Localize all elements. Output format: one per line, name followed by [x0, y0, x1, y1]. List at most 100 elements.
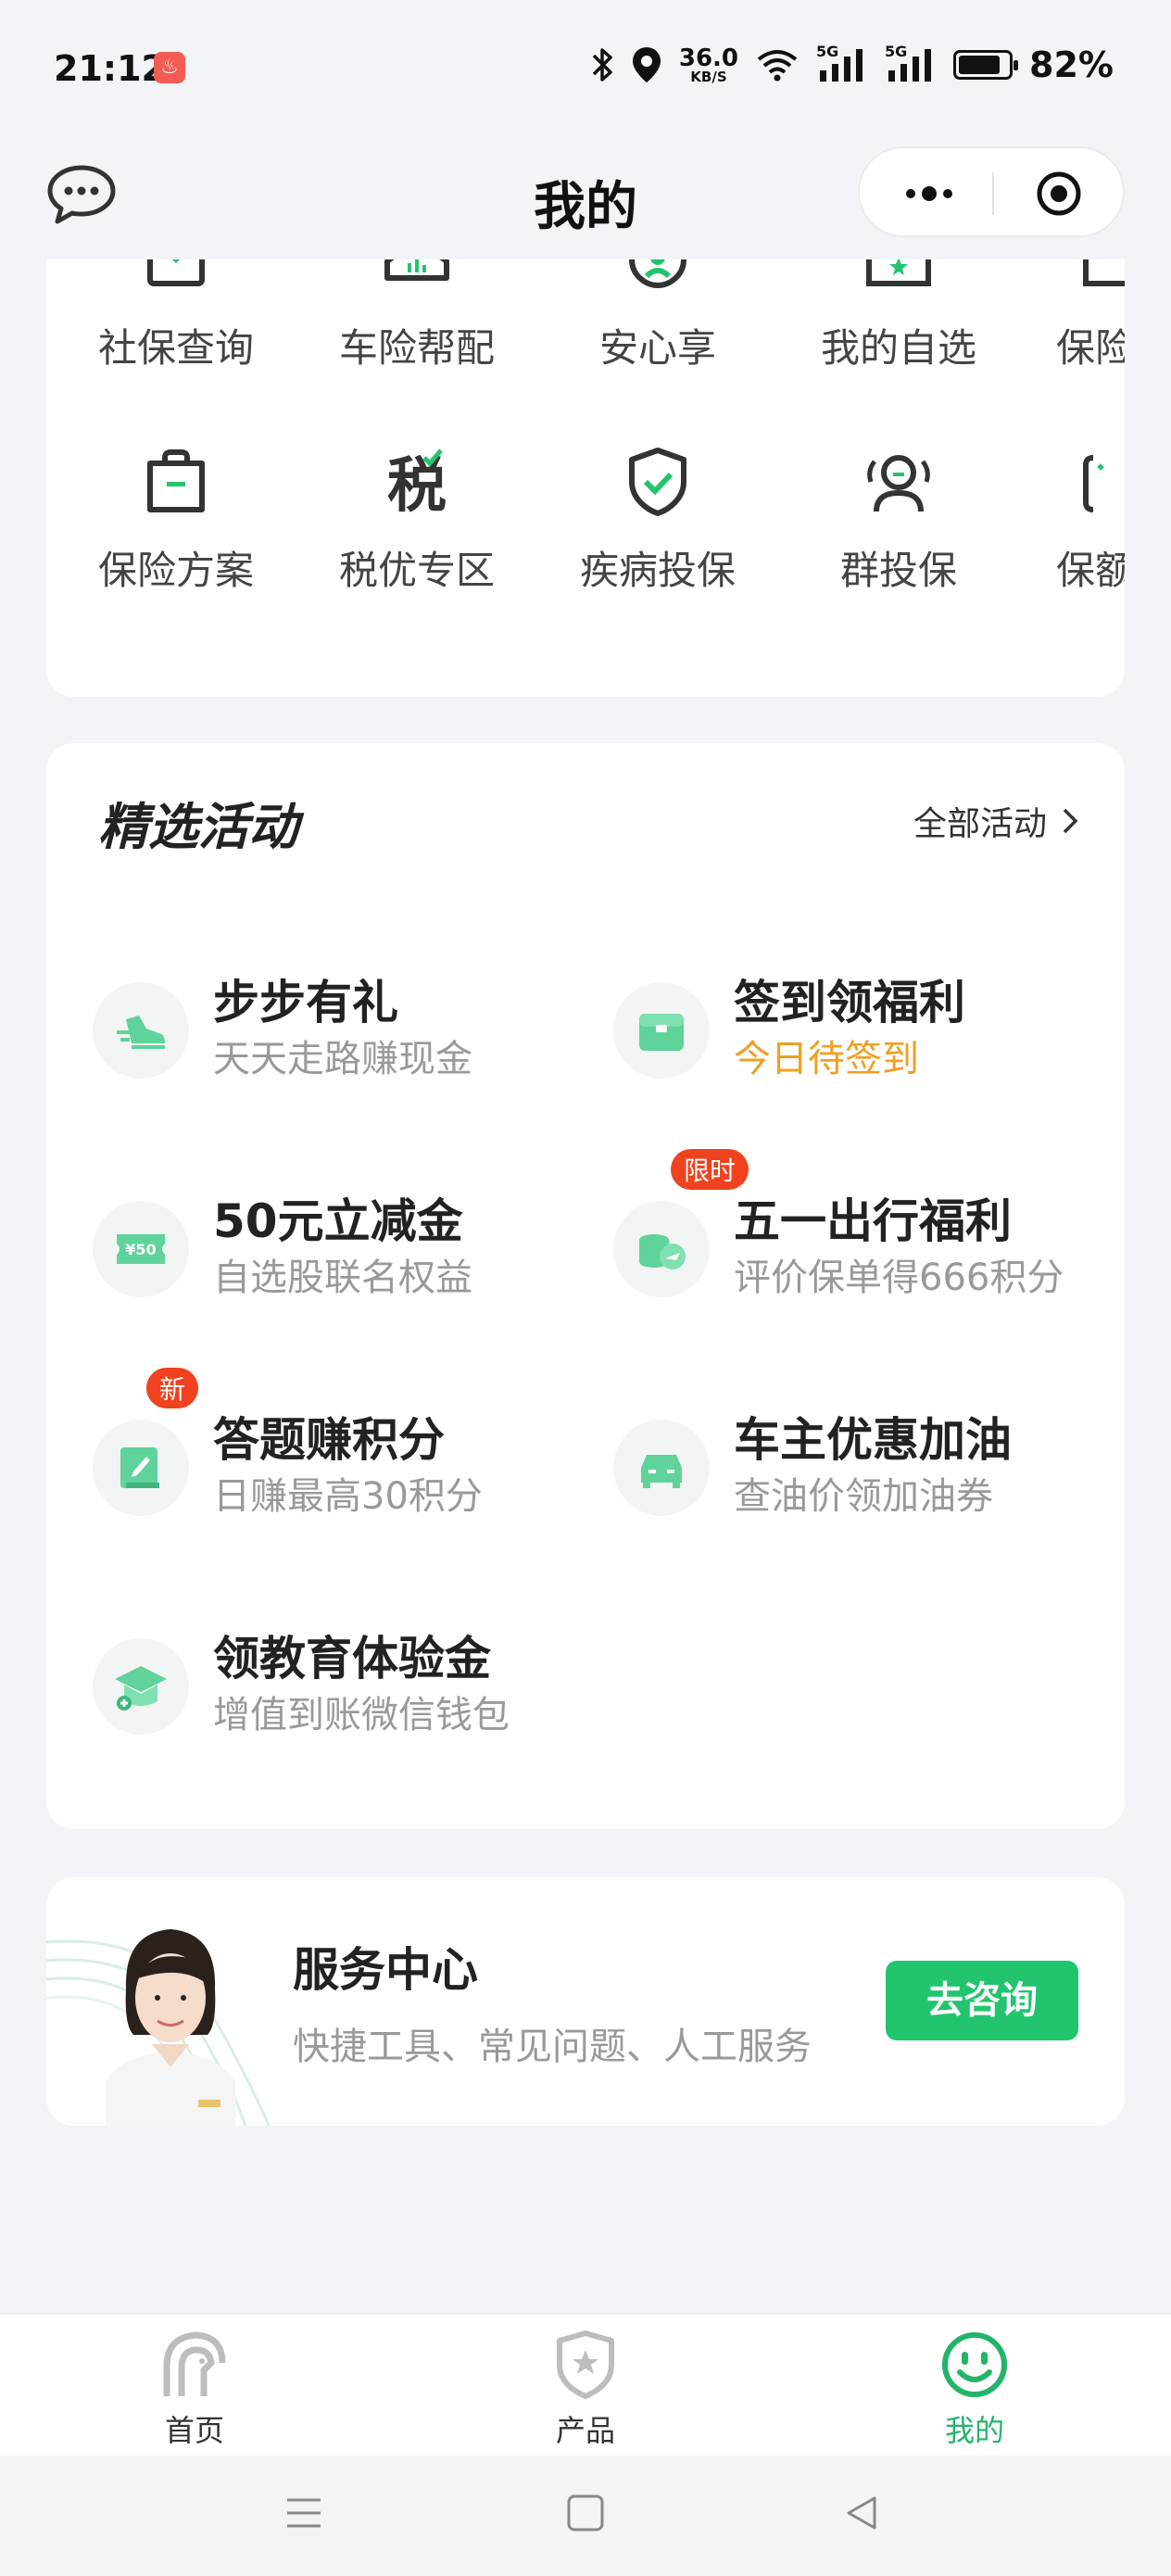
activity-icon-bg — [613, 1420, 710, 1516]
tab-mine[interactable]: 我的 — [900, 2330, 1049, 2450]
tab-products[interactable]: 产品 — [511, 2330, 660, 2450]
app-notification-icon: ♨ — [154, 52, 185, 83]
grid-item-tax-zone[interactable]: 税 税优专区 — [315, 445, 519, 596]
car-dashboard-icon — [384, 259, 449, 281]
gift-box-icon — [639, 1014, 684, 1051]
svg-text:税: 税 — [387, 452, 447, 519]
menu-icon[interactable] — [283, 2493, 324, 2533]
activity-subtitle: 日赚最高30积分 — [213, 1475, 483, 1518]
nav-bar: 我的 — [0, 139, 1171, 259]
location-icon — [632, 47, 661, 82]
network-speed: 36.0 KB/S — [679, 46, 738, 84]
activity-icon-bg — [613, 982, 710, 1079]
car-icon — [641, 1455, 682, 1488]
grid-item-social-security[interactable]: 社保查询 — [74, 259, 278, 373]
status-bar: 21:12 ♨ 36.0 KB/S 5G 5G 82% — [0, 0, 1171, 139]
all-activities-label: 全部活动 — [913, 805, 1047, 843]
chevron-right-icon — [1063, 808, 1078, 834]
activity-title: 步步有礼 — [213, 976, 398, 1029]
grid-item-label: 疾病投保 — [579, 548, 736, 593]
activity-subtitle: 天天走路赚现金 — [213, 1038, 472, 1080]
grid-item-label: 群投保 — [839, 548, 957, 593]
home-icon — [163, 2331, 226, 2396]
grid-item-label: 保额 — [1056, 548, 1125, 593]
signal-1-icon: 5G — [816, 43, 868, 83]
grid-item-disease-insurance[interactable]: 疾病投保 — [556, 445, 760, 596]
activity-subtitle: 自选股联名权益 — [213, 1256, 472, 1299]
grid-item-label: 我的自选 — [820, 325, 976, 371]
featured-activities-card: 精选活动 全部活动 步步有礼 天天走路赚现金 签到领福利 今日待签到 ¥50 5… — [46, 743, 1125, 1829]
grid-item-coverage-partial[interactable]: 保额 — [1038, 445, 1125, 596]
tab-label: 首页 — [164, 2413, 224, 2448]
activity-subtitle: 今日待签到 — [734, 1038, 919, 1080]
bag-icon — [147, 449, 205, 512]
coverage-icon — [1083, 455, 1104, 512]
tab-label: 我的 — [944, 2413, 1004, 2448]
activity-title: 答题赚积分 — [213, 1413, 445, 1467]
grid-item-label: 税优专区 — [338, 548, 495, 593]
close-target-icon[interactable] — [1026, 170, 1091, 217]
activity-title: 签到领福利 — [734, 976, 965, 1029]
activity-title: 五一出行福利 — [734, 1194, 1012, 1248]
home-square-icon[interactable] — [565, 2493, 606, 2533]
activity-title: 车主优惠加油 — [734, 1413, 1012, 1467]
activity-subtitle: 增值到账微信钱包 — [213, 1694, 510, 1736]
battery-icon — [953, 50, 1019, 80]
services-grid-card: 社保查询 车险帮配 安心享 我的自选 保险 保险方案 税 税优专区 疾病投保 群… — [46, 259, 1125, 697]
document-icon — [1083, 259, 1125, 286]
service-center-title: 服务中心 — [293, 1943, 478, 1997]
all-activities-link[interactable]: 全部活动 — [913, 797, 1078, 845]
shield-check-icon — [629, 448, 686, 516]
back-icon[interactable] — [841, 2493, 882, 2533]
coupon-icon: ¥50 — [117, 1234, 165, 1264]
grid-item-label: 车险帮配 — [338, 325, 495, 371]
activity-subtitle: 评价保单得666积分 — [734, 1256, 1064, 1299]
coupon-icon-text: ¥50 — [125, 1241, 156, 1258]
activity-icon-bg — [93, 1420, 189, 1516]
activity-icon-bg — [93, 1638, 189, 1735]
activity-icon-bg: ¥50 — [93, 1201, 189, 1297]
activity-subtitle: 查油价领加油券 — [734, 1475, 993, 1518]
customer-service-avatar — [106, 1929, 235, 2126]
system-nav-bar — [0, 2456, 1171, 2576]
activity-title: 领教育体验金 — [213, 1632, 491, 1686]
battery-percent: 82% — [1029, 44, 1114, 85]
grid-item-group-insurance[interactable]: 群投保 — [797, 445, 1001, 596]
tab-label: 产品 — [555, 2413, 615, 2448]
signal-2-icon: 5G — [885, 43, 937, 83]
consult-button[interactable]: 去咨询 — [886, 1961, 1078, 2040]
mini-program-capsule — [858, 146, 1125, 237]
tab-home[interactable]: 首页 — [120, 2330, 269, 2450]
graduation-cap-icon — [115, 1666, 167, 1711]
status-time: 21:12 — [54, 48, 166, 89]
id-card-icon — [147, 259, 205, 286]
more-icon[interactable] — [897, 170, 962, 217]
star-board-icon — [866, 259, 931, 286]
group-person-icon — [867, 455, 930, 512]
service-center-subtitle: 快捷工具、常见问题、人工服务 — [293, 2026, 812, 2068]
grid-item-peace-of-mind[interactable]: 安心享 — [556, 259, 760, 373]
smiley-icon — [942, 2332, 1007, 2397]
grid-item-car-insurance[interactable]: 车险帮配 — [315, 259, 519, 373]
coins-plane-icon — [639, 1234, 686, 1269]
activity-title: 50元立减金 — [213, 1194, 463, 1248]
grid-item-my-picks[interactable]: 我的自选 — [797, 259, 1001, 373]
speed-value: 36.0 — [678, 44, 739, 72]
grid-item-label: 安心享 — [598, 325, 716, 371]
grid-item-label: 保险 — [1056, 325, 1125, 371]
wifi-icon — [757, 50, 798, 82]
grid-item-insurance-plan[interactable]: 保险方案 — [74, 445, 278, 596]
heart-person-icon — [629, 259, 686, 289]
bottom-tab-bar: 首页 产品 我的 — [0, 2313, 1171, 2456]
bluetooth-icon — [592, 48, 612, 82]
activity-icon-bg — [93, 982, 189, 1079]
tax-icon: 税 — [387, 448, 447, 521]
grid-item-insurance-partial[interactable]: 保险 — [1038, 259, 1125, 373]
grid-item-label: 保险方案 — [97, 548, 254, 593]
service-center-card[interactable]: 服务中心 快捷工具、常见问题、人工服务 去咨询 — [46, 1877, 1125, 2126]
activities-title: 精选活动 — [98, 798, 298, 856]
new-badge: 新 — [146, 1368, 199, 1408]
grid-item-label: 社保查询 — [97, 325, 254, 371]
sneaker-icon — [117, 1016, 165, 1049]
activity-icon-bg — [613, 1201, 710, 1297]
